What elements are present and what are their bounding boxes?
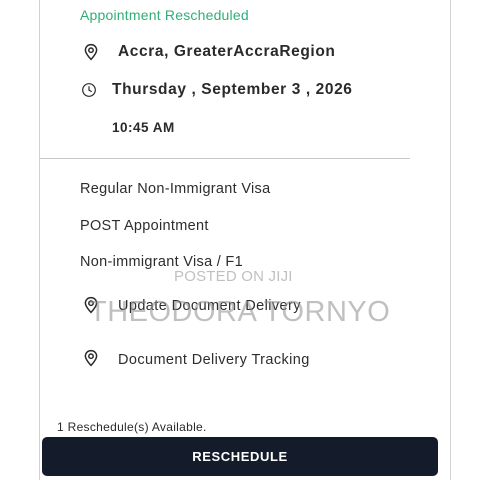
clock-icon [81,82,97,98]
visa-class: Non-immigrant Visa / F1 [80,254,243,270]
update-document-delivery-link[interactable]: Update Document Delivery [118,298,301,314]
visa-category: Regular Non-Immigrant Visa [80,181,271,197]
location-pin-icon [82,43,100,61]
location-pin-icon [82,296,100,314]
reschedule-button[interactable]: RESCHEDULE [42,437,438,476]
location-pin-icon [82,349,100,367]
left-border [39,0,40,480]
appointment-time: 10:45 AM [112,120,175,135]
appointment-screen: Appointment Rescheduled Accra, GreaterAc… [0,0,480,480]
document-delivery-tracking-link[interactable]: Document Delivery Tracking [118,352,310,368]
appointment-status: Appointment Rescheduled [80,7,249,23]
appointment-date: Thursday , September 3 , 2026 [112,81,353,98]
section-divider [39,158,410,159]
reschedule-availability: 1 Reschedule(s) Available. [57,420,207,434]
right-border [450,0,451,480]
appointment-location: Accra, GreaterAccraRegion [118,43,336,60]
appointment-type: POST Appointment [80,218,209,234]
watermark-posted-on: POSTED ON JIJI [174,268,293,285]
